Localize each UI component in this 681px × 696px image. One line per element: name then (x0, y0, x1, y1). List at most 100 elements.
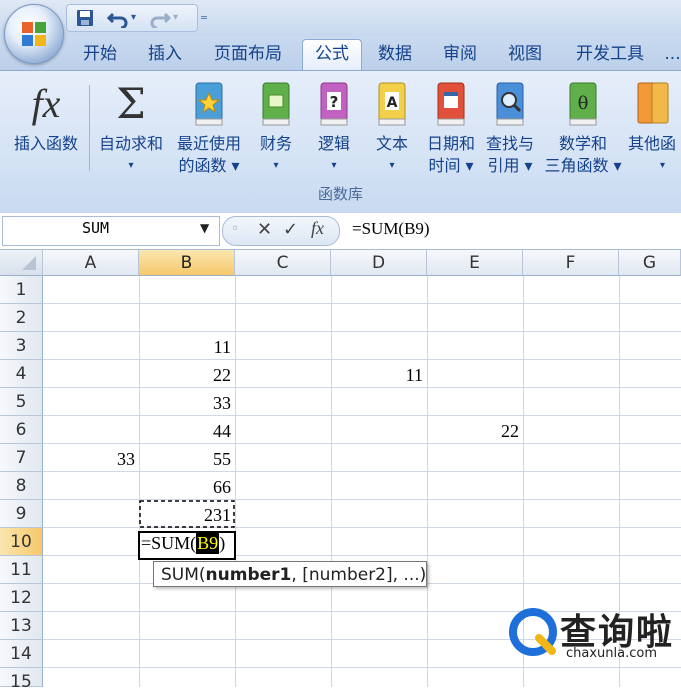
date-time-button[interactable]: 日期和 时间 ▾ (422, 75, 480, 183)
column-header-c[interactable]: C (235, 250, 331, 276)
customize-qat-icon[interactable]: ₌ (200, 6, 208, 24)
enter-icon[interactable]: ✓ (283, 219, 298, 240)
lookup-book-icon (496, 82, 524, 126)
text-functions-label: 文本 (375, 134, 408, 153)
logical-dropdown: ▾ (331, 160, 337, 171)
recently-used-label: 最近使用 (176, 134, 241, 153)
office-button[interactable] (4, 4, 64, 64)
row-header[interactable]: 3 (0, 332, 43, 360)
cell-b3[interactable]: 11 (139, 332, 235, 360)
finance-book-icon (262, 82, 290, 126)
cell-d4[interactable]: 11 (331, 360, 427, 388)
logic-book-icon: ? (320, 82, 348, 126)
insert-function-label: 插入函数 (13, 134, 78, 153)
formula-suffix: ) (219, 533, 226, 553)
undo-dropdown-icon[interactable]: ▾ (131, 8, 136, 28)
math-trig-button[interactable]: θ 数学和 三角函数 ▾ (540, 75, 626, 183)
tooltip-rest-args: , [number2], ...) (291, 565, 427, 585)
cell-b4[interactable]: 22 (139, 360, 235, 388)
column-header-e[interactable]: E (427, 250, 523, 276)
cell-edit-formula[interactable]: =SUM(B9) (141, 533, 225, 554)
financial-dropdown: ▾ (273, 160, 279, 171)
select-all-corner[interactable] (0, 250, 43, 276)
quick-access-toolbar: ▾ ▾ (66, 4, 198, 32)
column-header-g[interactable]: G (619, 250, 681, 276)
math-trig-label: 数学和 (558, 134, 607, 153)
autosum-label: 自动求和 (98, 134, 163, 153)
row-header-selected[interactable]: 10 (0, 528, 43, 556)
lookup-reference-button[interactable]: 查找与 引用 ▾ (482, 75, 538, 183)
row-header[interactable]: 4 (0, 360, 43, 388)
cell-b8[interactable]: 66 (139, 472, 235, 500)
tab-overflow[interactable]: ... (664, 40, 681, 68)
tab-formulas[interactable]: 公式 (302, 39, 362, 70)
recently-used-button[interactable]: 最近使用 的函数 ▾ (172, 75, 246, 183)
row-header[interactable]: 11 (0, 556, 43, 584)
logical-button[interactable]: ? 逻辑 ▾ (310, 75, 358, 183)
lookup-reference-label-2: 引用 ▾ (487, 156, 533, 175)
math-book-icon: θ (569, 82, 597, 126)
grid-line (427, 276, 428, 687)
more-functions-button[interactable]: 其他函 ▾ (628, 75, 681, 183)
function-argument-tooltip[interactable]: SUM(number1, [number2], ...) (153, 561, 427, 587)
date-book-icon (437, 82, 465, 126)
watermark-logo-icon (509, 608, 557, 656)
cell-b6[interactable]: 44 (139, 416, 235, 444)
row-header[interactable]: 9 (0, 500, 43, 528)
logical-label: 逻辑 (317, 134, 350, 153)
row-header[interactable]: 12 (0, 584, 43, 612)
recently-used-label-2: 的函数 ▾ (178, 156, 240, 175)
row-header[interactable]: 8 (0, 472, 43, 500)
name-box[interactable] (2, 216, 220, 246)
tab-page-layout[interactable]: 页面布局 (200, 40, 296, 68)
cell-b7[interactable]: 55 (139, 444, 235, 472)
row-header[interactable]: 5 (0, 388, 43, 416)
column-header-b[interactable]: B (139, 250, 235, 276)
grid-line (331, 276, 332, 687)
fx-icon: fx (31, 81, 61, 126)
financial-label: 财务 (259, 134, 292, 153)
cell-e6[interactable]: 22 (427, 416, 523, 444)
tab-data[interactable]: 数据 (366, 40, 424, 68)
insert-function-button[interactable]: fx 插入函数 (6, 75, 86, 183)
copy-reference-marquee (139, 500, 235, 528)
math-trig-label-2: 三角函数 ▾ (544, 156, 622, 175)
undo-icon[interactable] (107, 8, 129, 28)
row-header[interactable]: 7 (0, 444, 43, 472)
svg-text:θ: θ (578, 93, 589, 114)
fx-button-icon[interactable]: fx (311, 218, 324, 239)
autosum-button[interactable]: Σ 自动求和 ▾ (94, 75, 168, 183)
column-header-d[interactable]: D (331, 250, 427, 276)
cell-b5[interactable]: 33 (139, 388, 235, 416)
row-header[interactable]: 13 (0, 612, 43, 640)
column-header-f[interactable]: F (523, 250, 619, 276)
tab-developer[interactable]: 开发工具 (560, 40, 660, 68)
row-header[interactable]: 2 (0, 304, 43, 332)
column-header-a[interactable]: A (43, 250, 139, 276)
text-functions-button[interactable]: A 文本 ▾ (368, 75, 416, 183)
row-header[interactable]: 1 (0, 276, 43, 304)
office-logo-icon (22, 22, 46, 46)
tab-review[interactable]: 审阅 (430, 40, 490, 68)
name-box-dropdown-icon[interactable]: ▼ (200, 221, 209, 235)
cell-a7[interactable]: 33 (43, 444, 139, 472)
formula-input[interactable]: =SUM(B9) (352, 219, 430, 239)
financial-button[interactable]: 财务 ▾ (252, 75, 300, 183)
tab-home[interactable]: 开始 (70, 40, 130, 68)
tab-insert[interactable]: 插入 (136, 40, 194, 68)
redo-dropdown-icon[interactable]: ▾ (173, 8, 178, 28)
cancel-icon[interactable]: ✕ (257, 219, 272, 240)
autosum-dropdown: ▾ (128, 160, 134, 171)
row-header[interactable]: 15 (0, 668, 43, 692)
row-header[interactable]: 6 (0, 416, 43, 444)
tab-view[interactable]: 视图 (496, 40, 554, 68)
handle-icon[interactable]: ◦ (231, 221, 239, 237)
row-header[interactable]: 14 (0, 640, 43, 668)
date-time-label-2: 时间 ▾ (428, 156, 474, 175)
redo-icon[interactable] (149, 8, 171, 28)
more-books-icon (637, 82, 669, 124)
svg-text:?: ? (330, 93, 339, 111)
tooltip-function: SUM( (161, 565, 206, 585)
save-icon[interactable] (75, 8, 95, 28)
function-library-group-label: 函数库 (317, 185, 363, 203)
